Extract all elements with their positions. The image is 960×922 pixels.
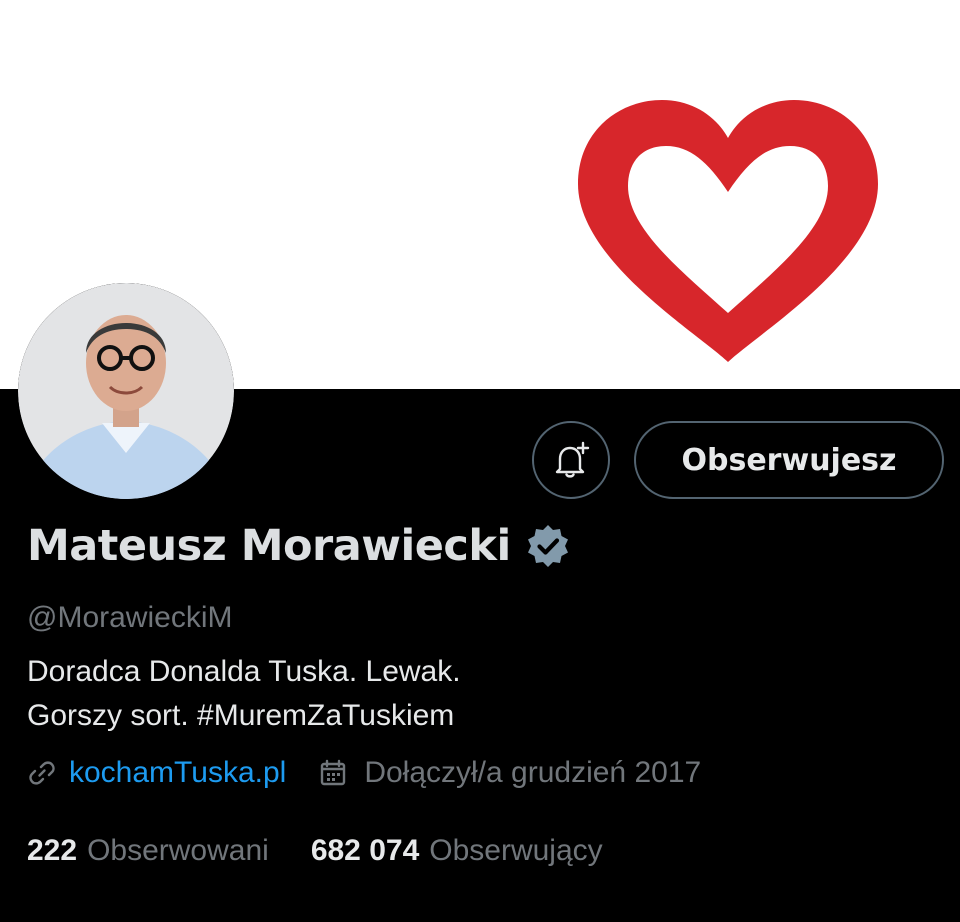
- following-button[interactable]: Obserwujesz: [634, 421, 944, 499]
- following-stat[interactable]: 222 Obserwowani: [27, 834, 269, 868]
- join-date: Dołączył/a grudzień 2017: [364, 756, 702, 789]
- bio-line: Doradca Donalda Tuska. Lewak.: [27, 655, 461, 688]
- display-name: Mateusz Morawiecki: [27, 521, 511, 571]
- link-icon: [29, 761, 55, 785]
- bio-line: Gorszy sort. #MuremZaTuskiem: [27, 699, 455, 732]
- avatar-photo: [18, 283, 234, 499]
- avatar[interactable]: [18, 283, 234, 499]
- following-count: 222: [27, 834, 78, 867]
- profile-meta: kochamTuska.pl Dołączył/a grudzień 2017: [27, 756, 701, 790]
- followers-label: Obserwujący: [429, 834, 603, 867]
- followers-count: 682 074: [310, 834, 420, 867]
- calendar-icon: [321, 759, 346, 786]
- name-row: Mateusz Morawiecki: [27, 521, 571, 571]
- follow-stats: 222 Obserwowani 682 074 Obserwujący: [27, 834, 603, 868]
- followers-stat[interactable]: 682 074 Obserwujący: [311, 834, 603, 868]
- heart-icon: [578, 100, 878, 362]
- profile-link[interactable]: kochamTuska.pl: [69, 756, 286, 790]
- following-label: Obserwowani: [87, 834, 269, 867]
- username-handle: @MorawieckiM: [27, 601, 233, 634]
- notifications-button[interactable]: [532, 421, 610, 499]
- bell-plus-icon: [555, 441, 590, 478]
- verified-badge-icon: [527, 525, 568, 567]
- bio: Doradca Donalda Tuska. Lewak. Gorszy sor…: [27, 650, 461, 738]
